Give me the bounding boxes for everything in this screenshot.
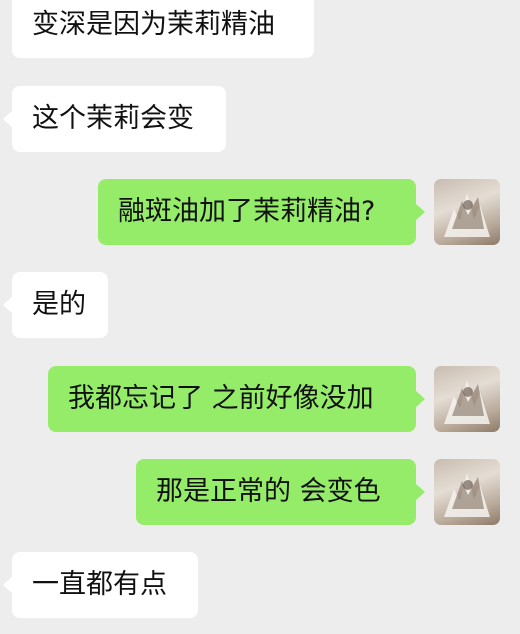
outgoing-message-bubble[interactable]: 我都忘记了 之前好像没加: [48, 366, 425, 432]
message-text: 一直都有点: [32, 569, 167, 600]
incoming-message-bubble[interactable]: 这个茉莉会变: [3, 86, 226, 152]
message-text: 我都忘记了 之前好像没加: [68, 383, 374, 414]
user-avatar[interactable]: [434, 459, 500, 525]
bubble-tail: [415, 390, 425, 408]
incoming-message-bubble[interactable]: 一直都有点: [3, 552, 198, 618]
incoming-message-bubble[interactable]: 是的: [3, 272, 108, 338]
outgoing-message-bubble[interactable]: 那是正常的 会变色: [136, 459, 425, 525]
bubble-tail: [415, 203, 425, 221]
user-avatar[interactable]: [434, 366, 500, 432]
message-text: 是的: [32, 289, 86, 320]
message-text: 融斑油加了茉莉精油?: [118, 196, 376, 227]
bubble-tail: [415, 483, 425, 501]
bubble-tail: [3, 576, 13, 594]
bubble-tail: [3, 110, 13, 128]
user-avatar[interactable]: [434, 179, 500, 245]
avatar-photo-icon: [444, 473, 490, 517]
message-text: 这个茉莉会变: [32, 103, 194, 134]
incoming-message-bubble[interactable]: 变深是因为茉莉精油: [12, 0, 314, 58]
bubble-tail: [3, 296, 13, 314]
message-text: 那是正常的 会变色: [156, 476, 381, 507]
avatar-photo-icon: [444, 193, 490, 237]
outgoing-message-bubble[interactable]: 融斑油加了茉莉精油?: [98, 179, 425, 245]
avatar-photo-icon: [444, 380, 490, 424]
message-text: 变深是因为茉莉精油: [32, 9, 275, 40]
